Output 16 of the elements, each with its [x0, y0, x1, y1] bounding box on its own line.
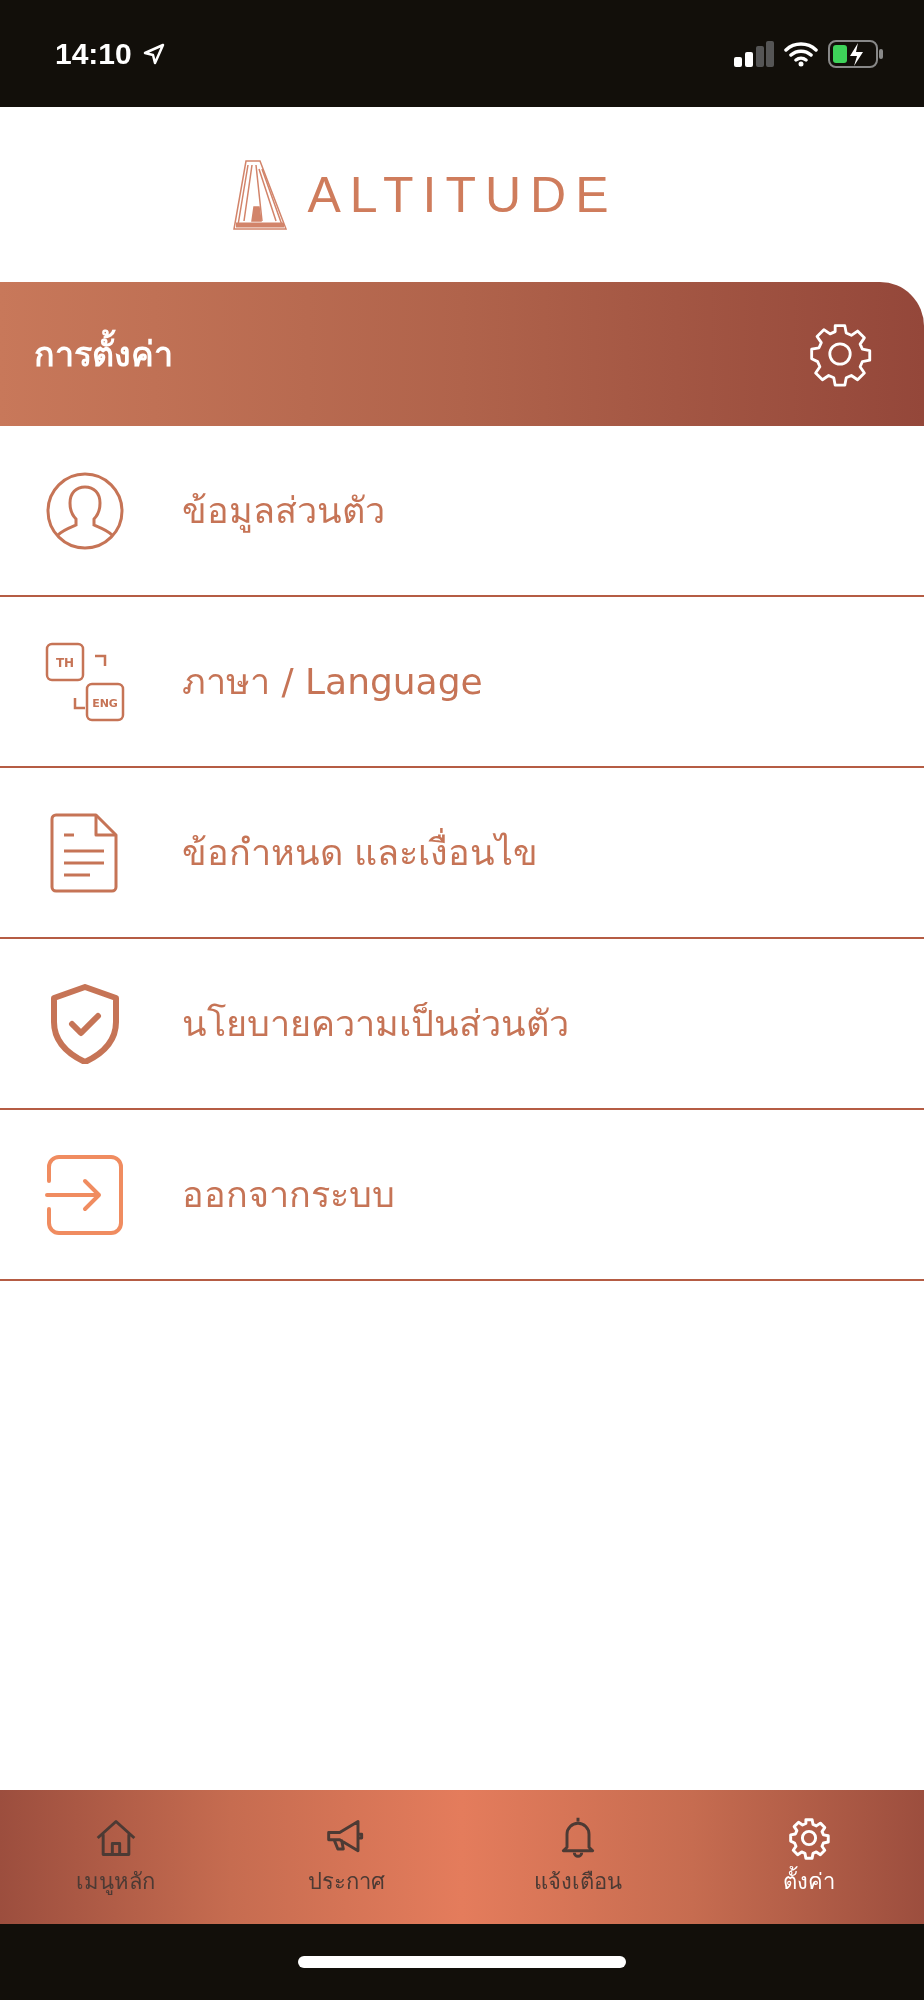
logout-icon	[45, 1154, 125, 1235]
logo-icon	[231, 158, 288, 231]
signal-icon	[734, 40, 774, 67]
status-time: 14:10	[55, 36, 132, 71]
person-icon	[45, 470, 125, 551]
location-arrow-icon	[141, 41, 166, 66]
tab[interactable]: ประกาศ	[231, 1790, 462, 1924]
document-icon	[50, 812, 120, 893]
tab[interactable]: เมนูหลัก	[0, 1790, 231, 1924]
tab[interactable]: ตั้งค่า	[693, 1790, 924, 1924]
logo-text: ALTITUDE	[307, 165, 618, 224]
battery-icon	[828, 39, 884, 68]
shield-check-icon	[50, 983, 120, 1064]
tab[interactable]: แจ้งเตือน	[462, 1790, 693, 1924]
wifi-icon	[784, 40, 818, 67]
header-title: การตั้งค่า	[34, 327, 173, 381]
